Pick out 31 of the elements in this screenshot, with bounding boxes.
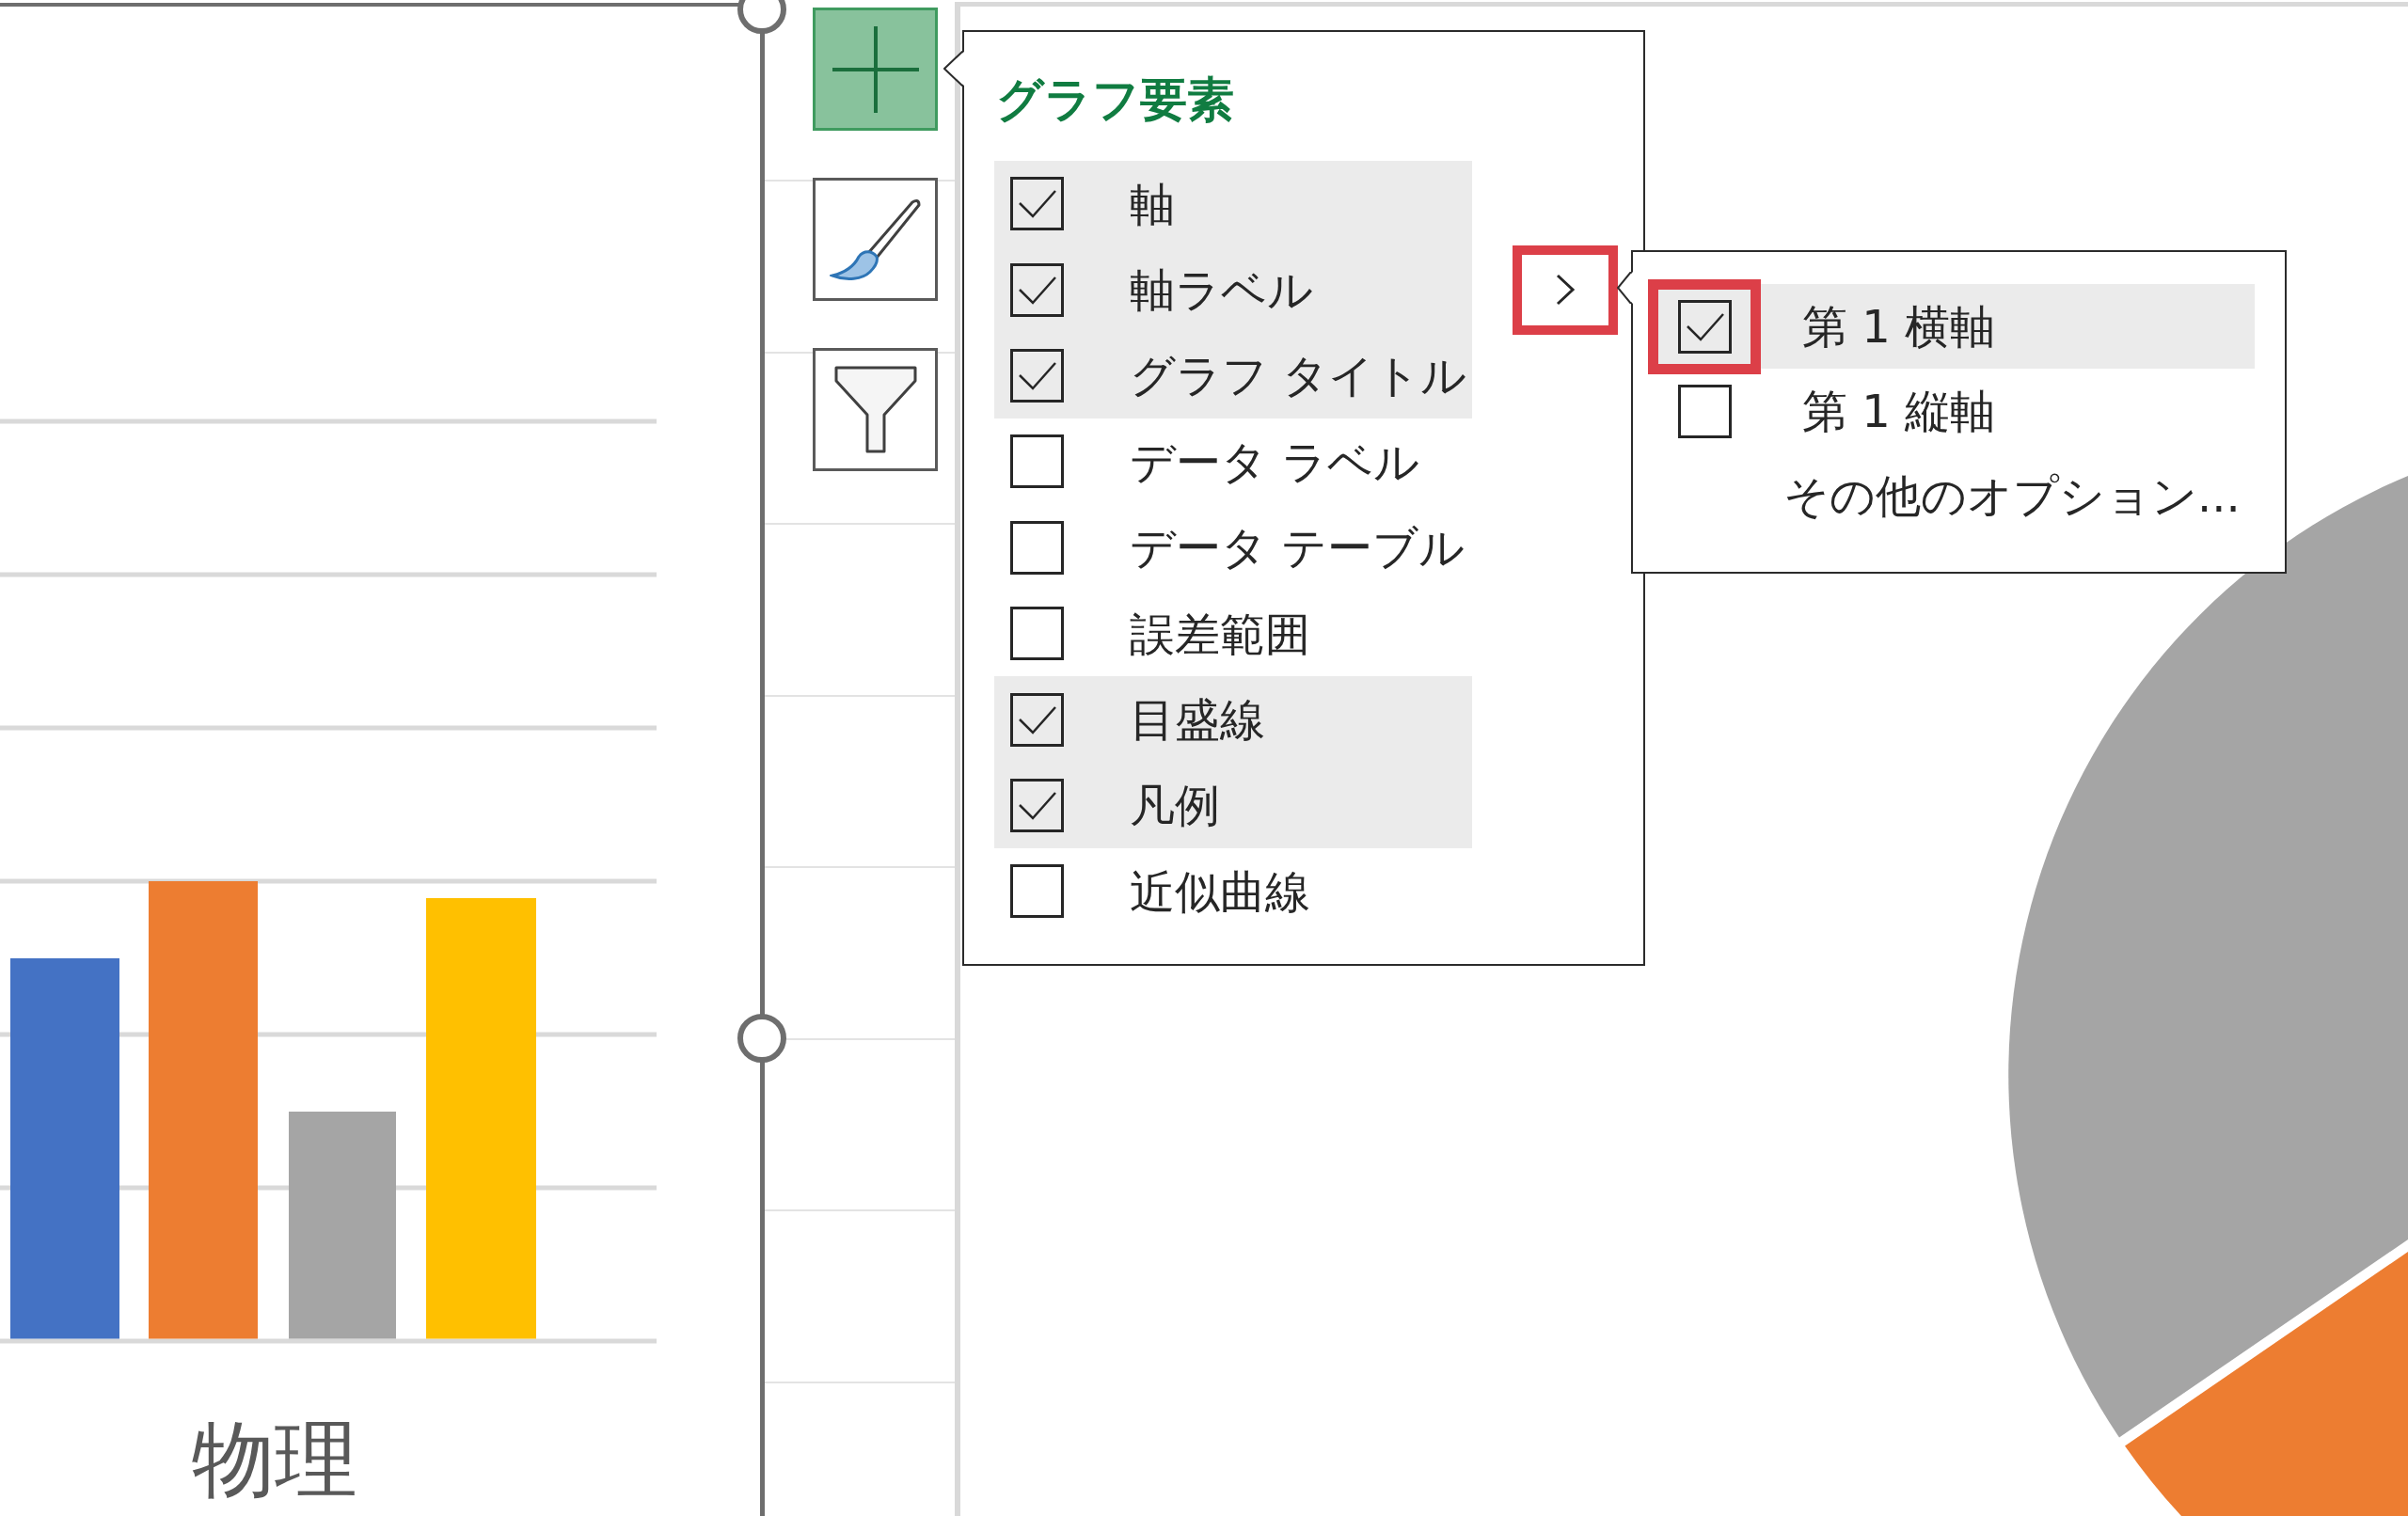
checkbox[interactable] [1010,778,1064,832]
checkbox[interactable] [1010,864,1064,919]
menu-item[interactable]: 近似曲線 [994,848,1472,935]
menu-item[interactable]: 凡例 [994,762,1472,849]
checkbox[interactable] [1677,384,1732,438]
checkbox[interactable] [1010,262,1064,317]
checkbox[interactable] [1010,434,1064,489]
menu-item[interactable]: 軸ラベル [994,246,1472,333]
checkbox[interactable] [1010,348,1064,403]
brush-button[interactable] [813,178,938,301]
menu-item[interactable]: データ ラベル [994,418,1472,505]
filter-button[interactable] [813,348,938,471]
chevron-right-icon[interactable] [1555,273,1576,308]
plus-button[interactable] [813,8,938,131]
menu-item[interactable]: グラフ タイトル [994,332,1472,419]
category-label: 物理 [192,1418,357,1501]
checkbox[interactable] [1677,299,1732,354]
checkbox[interactable] [1010,177,1064,231]
menu-item[interactable]: その他のオプション... [1648,453,2255,538]
plus-icon [832,25,919,113]
checkbox[interactable] [1010,607,1064,661]
checkbox[interactable] [1010,520,1064,575]
checkbox[interactable] [1010,692,1064,747]
menu-item[interactable]: 軸 [994,161,1472,247]
panel-title: グラフ要素 [996,71,1234,128]
paintbrush-icon [829,197,922,281]
menu-item[interactable]: 目盛線 [994,676,1472,763]
menu-item[interactable]: 第 1 縦軸 [1648,369,2255,453]
filter-icon [833,366,917,453]
menu-item[interactable]: 誤差範囲 [994,590,1472,677]
menu-item[interactable]: データ テーブル [994,504,1472,591]
